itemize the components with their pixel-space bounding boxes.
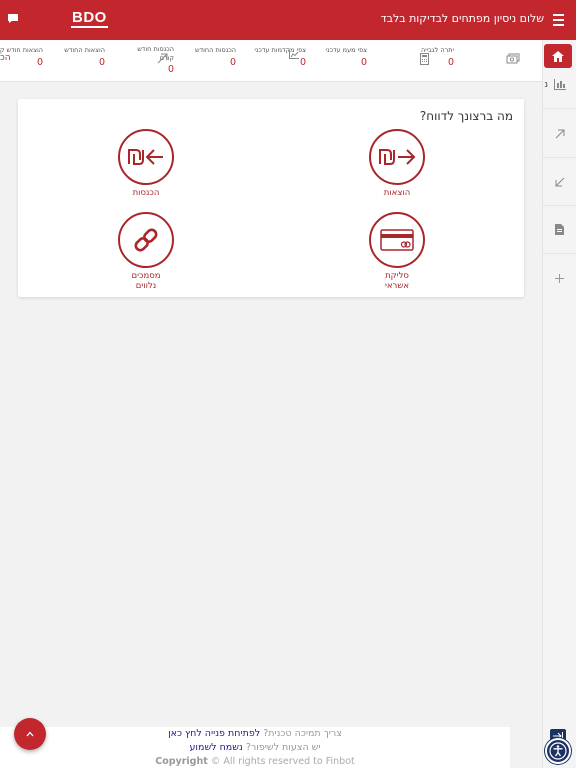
link-icon: [118, 212, 174, 268]
shekel-arrow-right-icon: [369, 129, 425, 185]
top-bar: שלום ניסיון מפתחים לבדיקות בלבד BDO: [0, 0, 576, 40]
chart-icon: [289, 50, 299, 59]
stat-income-month[interactable]: הכנסות החודש 0: [195, 46, 236, 68]
chevron-up-icon: [26, 731, 34, 737]
tile-credit-clearing[interactable]: סליקת אשראי: [352, 212, 442, 291]
chart-icon: [553, 79, 566, 90]
sidebar-item-expenses[interactable]: [543, 158, 576, 206]
stats-strip: יתרה לגבייה 0 צפי מעמ עדכני 0 צפי מקדמות…: [0, 40, 542, 82]
home-icon: [552, 50, 564, 62]
stat-income-prev-month[interactable]: הכנסות חודש קודם 0: [137, 45, 174, 75]
tile-income[interactable]: הכנסות: [101, 129, 191, 198]
report-type-card: מה ברצונך לדווח? הוצאות הכנסות סליקת אשר…: [18, 99, 524, 297]
right-sidebar: נ: [542, 40, 576, 768]
stat-expenses-month[interactable]: הוצאות החודש 0: [64, 46, 105, 68]
support-line: צריך תמיכה טכנית? לפתיחת פנייה לחץ כאן: [168, 728, 342, 739]
calculator-icon: [420, 53, 429, 65]
chat-icon[interactable]: [8, 14, 18, 23]
bdo-logo: BDO: [71, 9, 108, 28]
card-title: מה ברצונך לדווח?: [419, 109, 513, 123]
suggestion-line: יש הצעות לשיפור? נשמח לשמוע: [189, 742, 321, 753]
arrow-up-right-icon: [157, 53, 168, 64]
arrow-up-right-icon: [555, 129, 564, 138]
shekel-arrow-left-icon: [118, 129, 174, 185]
tile-documents[interactable]: מסמכים נלווים: [101, 212, 191, 291]
accessibility-button[interactable]: [545, 738, 571, 764]
tile-expenses[interactable]: הוצאות: [352, 129, 442, 198]
hamburger-menu-icon[interactable]: [548, 10, 568, 30]
open-ticket-link[interactable]: לפתיחת פנייה לחץ כאן: [168, 728, 260, 739]
copyright: Copyright © All rights reserved to Finbo…: [155, 756, 355, 767]
scroll-top-button[interactable]: [14, 718, 46, 750]
plus-icon: [555, 273, 564, 283]
suggestion-link[interactable]: נשמח לשמוע: [189, 742, 242, 753]
sidebar-cut-label: נ: [544, 80, 548, 90]
footer: צריך תמיכה טכנית? לפתיחת פנייה לחץ כאן י…: [0, 727, 510, 768]
sidebar-item-income[interactable]: [543, 110, 576, 158]
sidebar-item-add[interactable]: [543, 254, 576, 302]
money-icon: [506, 53, 520, 64]
document-icon: [555, 224, 564, 235]
stat-cut-label: הכ: [0, 53, 11, 63]
stat-vat-forecast[interactable]: צפי מעמ עדכני 0: [325, 46, 367, 68]
credit-card-icon: [369, 212, 425, 268]
arrow-down-left-icon: [555, 177, 564, 186]
greeting-title: שלום ניסיון מפתחים לבדיקות בלבד: [380, 12, 544, 25]
accessibility-icon: [549, 742, 567, 760]
sidebar-item-documents[interactable]: [543, 206, 576, 254]
